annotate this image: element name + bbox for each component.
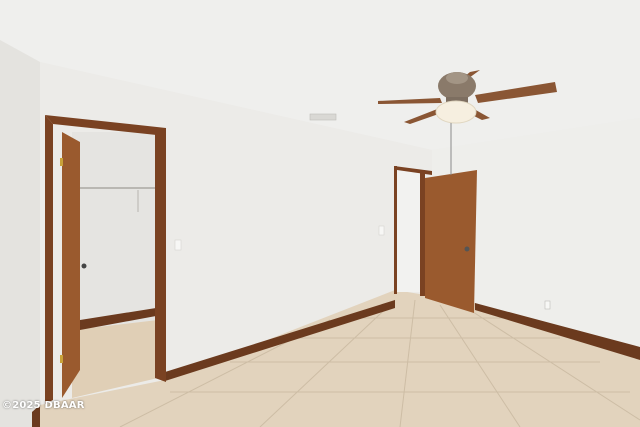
- power-outlet: [544, 300, 551, 310]
- fan-motor-top: [446, 72, 468, 84]
- hallway-opening: [397, 170, 423, 292]
- empty-bedroom-photo: ©2025 DBAAR: [0, 0, 640, 427]
- closet-door: [62, 132, 80, 398]
- closet-door-hinge-top: [60, 158, 63, 166]
- fan-light-globe: [435, 100, 477, 124]
- ac-vent: [309, 113, 337, 121]
- hallway-door: [425, 170, 477, 313]
- closet-door-hinge-bottom: [60, 355, 63, 363]
- room-illustration: [0, 0, 640, 427]
- watermark-text: ©2025 DBAAR: [2, 400, 85, 411]
- hallway-door-knob: [464, 246, 470, 252]
- wall-switch-right: [378, 225, 385, 236]
- light-switch: [174, 239, 182, 251]
- closet-door-knob: [81, 263, 87, 269]
- left-near-wall: [0, 40, 40, 427]
